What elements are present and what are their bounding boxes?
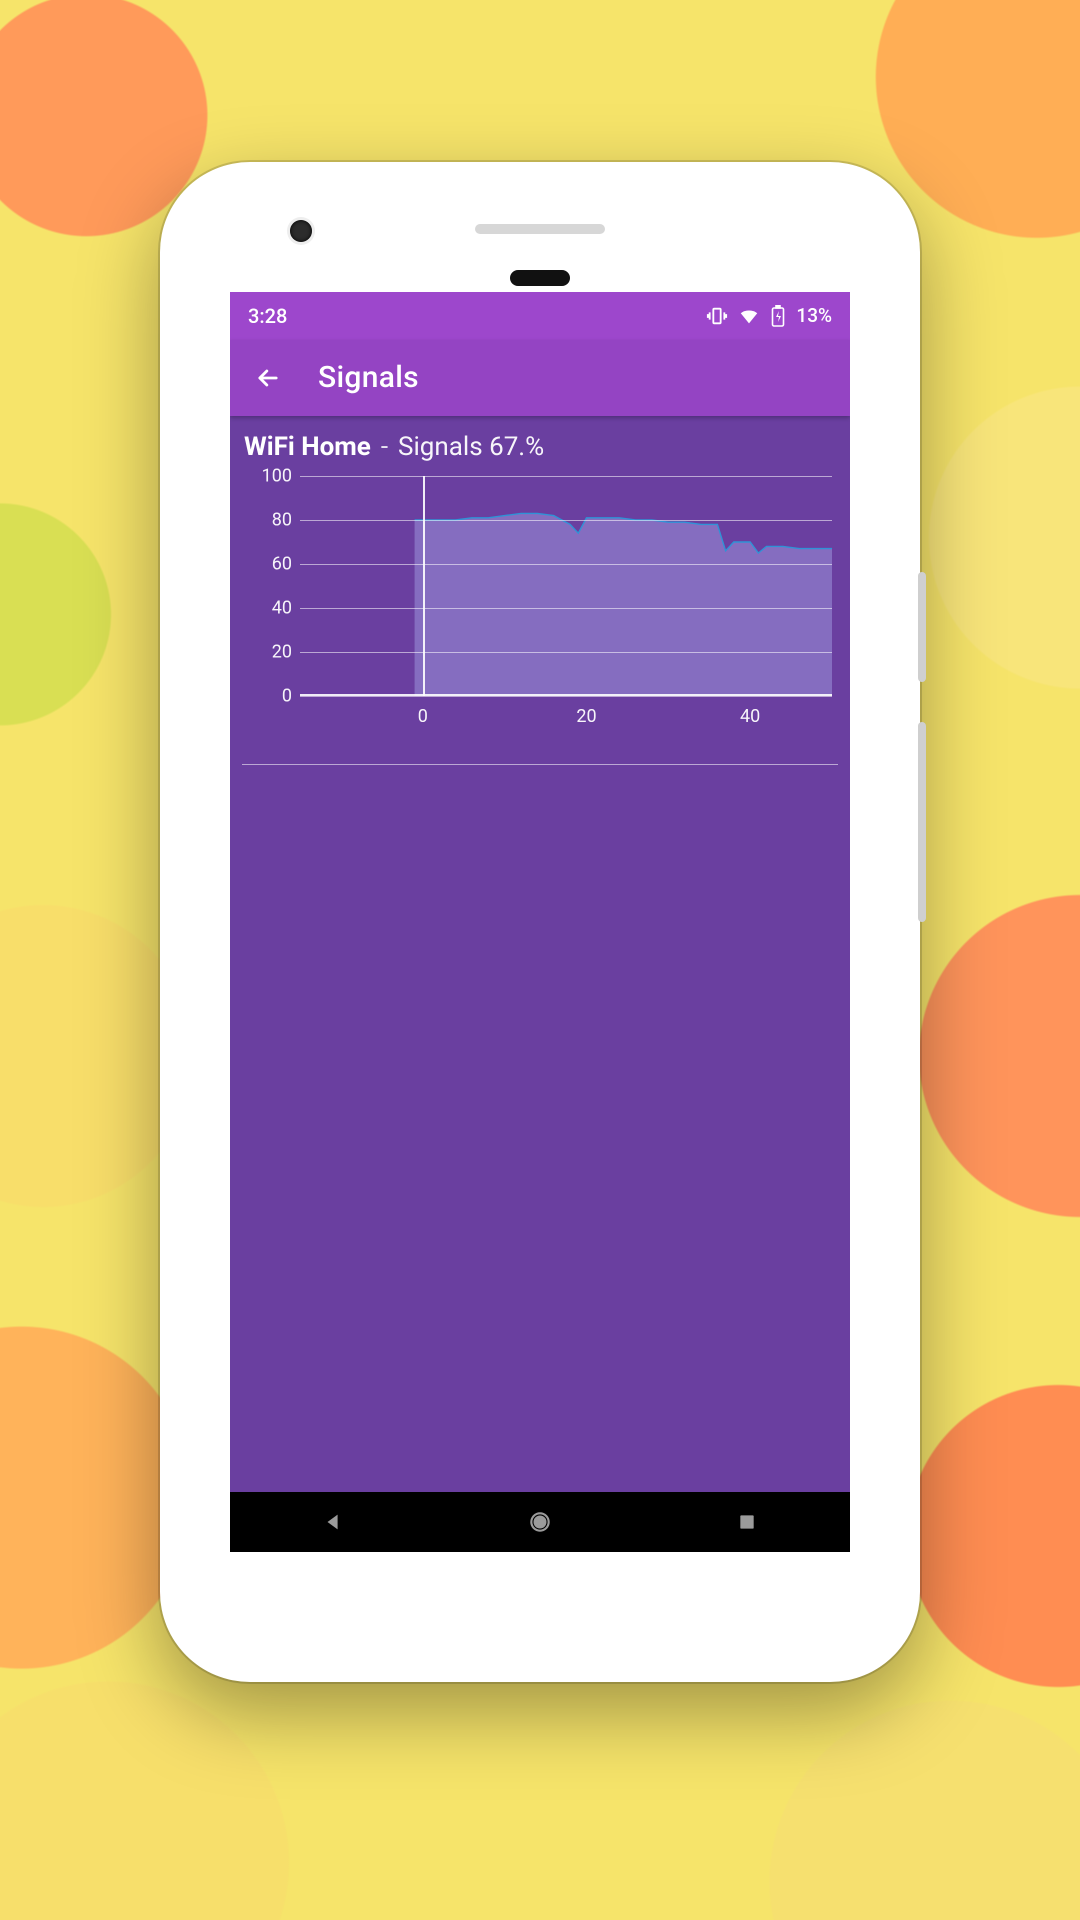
arrow-left-icon (254, 364, 282, 392)
page-title: Signals (318, 360, 419, 395)
back-button[interactable] (248, 358, 288, 398)
gridline (300, 476, 832, 477)
x-tick-label: 40 (740, 706, 760, 727)
square-recents-icon (737, 1512, 757, 1532)
power-button (918, 722, 926, 922)
y-tick-label: 40 (244, 597, 292, 618)
gridline (300, 520, 832, 521)
battery-percent: 13% (796, 304, 832, 327)
vertical-marker (423, 476, 425, 696)
android-nav-bar (230, 1492, 850, 1552)
x-tick-label: 0 (418, 706, 428, 727)
volume-button (918, 572, 926, 682)
nav-recents-button[interactable] (727, 1502, 767, 1542)
x-tick-label: 20 (576, 706, 596, 727)
y-tick-label: 80 (244, 509, 292, 530)
chart-card: 02040608010002040 (242, 472, 838, 765)
vibrate-icon (706, 305, 728, 327)
gridline (300, 652, 832, 653)
battery-charging-icon (770, 305, 786, 327)
gridline (300, 608, 832, 609)
device-frame: 3:28 13% (160, 162, 920, 1682)
wifi-heading: WiFi Home - Signals 67.% (242, 430, 838, 472)
screen: 3:28 13% (230, 292, 850, 1552)
gridline (300, 696, 832, 697)
status-bar: 3:28 13% (230, 292, 850, 340)
nav-home-button[interactable] (520, 1502, 560, 1542)
chart-plot: 02040608010002040 (300, 476, 832, 696)
content: WiFi Home - Signals 67.% 020406080100020… (230, 416, 850, 1492)
wifi-separator: - (381, 432, 388, 462)
wifi-icon (738, 305, 760, 327)
app-bar: Signals (230, 340, 850, 416)
circle-home-icon (527, 1509, 553, 1535)
gridline (300, 564, 832, 565)
y-tick-label: 100 (244, 465, 292, 486)
nav-back-button[interactable] (313, 1502, 353, 1542)
signal-chart: 02040608010002040 (300, 476, 832, 746)
y-tick-label: 0 (244, 685, 292, 706)
wifi-name: WiFi Home (244, 432, 371, 462)
chart-area (300, 476, 832, 696)
sensor-pill (510, 270, 570, 286)
triangle-back-icon (322, 1511, 344, 1533)
wifi-signal-label: Signals 67.% (398, 432, 544, 462)
y-tick-label: 60 (244, 553, 292, 574)
y-tick-label: 20 (244, 641, 292, 662)
status-time: 3:28 (248, 304, 287, 328)
